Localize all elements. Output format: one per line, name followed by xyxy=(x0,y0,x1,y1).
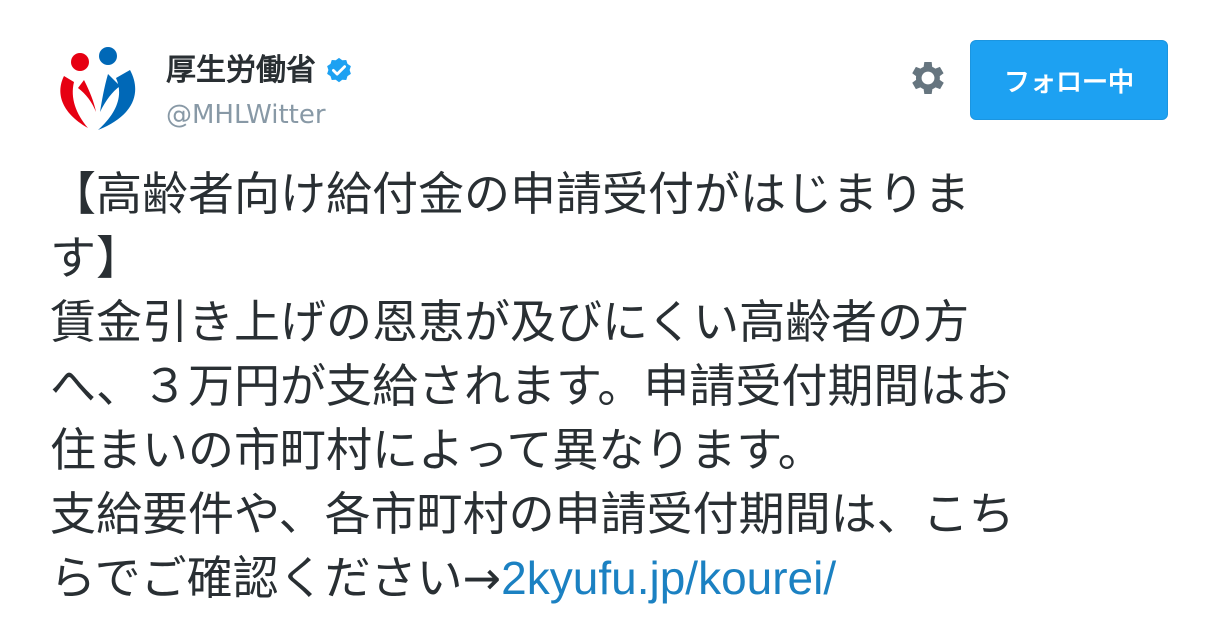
tweet-card: 厚生労働省 @MHLWitter フォロー中 【高齢者向け給付金の申請受付がはじ… xyxy=(0,0,1220,620)
display-name-row: 厚生労働省 xyxy=(166,50,354,92)
tweet-line: 支給要件や、各市町村の申請受付期間は、こち xyxy=(50,487,1015,541)
user-info: 厚生労働省 @MHLWitter xyxy=(166,50,354,132)
tweet-line-prefix: らでご確認ください→ xyxy=(50,551,502,605)
tweet-line: へ、３万円が支給されます。申請受付期間はお xyxy=(50,359,1012,413)
tweet-link[interactable]: 2kyufu.jp/kourei/ xyxy=(501,552,836,604)
account-handle[interactable]: @MHLWitter xyxy=(166,98,354,132)
tweet-line: 賃金引き上げの恩恵が及びにくい高齢者の方 xyxy=(50,295,970,349)
tweet-text: 【高齢者向け給付金の申請受付がはじまりま す】 賃金引き上げの恩恵が及びにくい高… xyxy=(50,162,1160,610)
tweet-line-last: らでご確認ください→2kyufu.jp/kourei/ xyxy=(50,546,1160,610)
tweet-line: 住まいの市町村によって異なります。 xyxy=(50,423,824,477)
tweet-line: 【高齢者向け給付金の申請受付がはじまりま xyxy=(50,167,970,221)
account-avatar[interactable] xyxy=(50,40,146,136)
gear-icon[interactable] xyxy=(906,56,950,100)
verified-badge-icon xyxy=(327,57,351,83)
mhlw-logo-icon xyxy=(50,40,146,136)
display-name[interactable]: 厚生労働省 xyxy=(166,50,316,92)
following-button[interactable]: フォロー中 xyxy=(970,40,1168,120)
tweet-line: す】 xyxy=(50,231,142,285)
